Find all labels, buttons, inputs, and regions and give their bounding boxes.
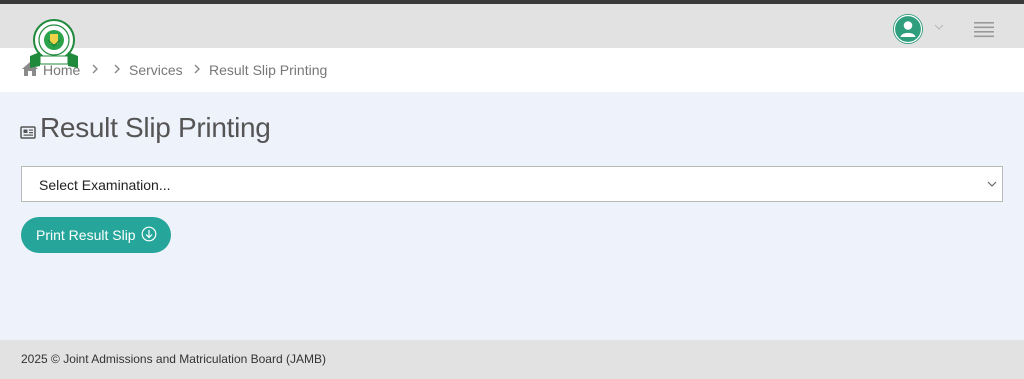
jamb-logo-icon	[30, 19, 78, 68]
chevron-down-icon[interactable]	[933, 21, 945, 33]
hamburger-menu-icon[interactable]	[974, 20, 994, 38]
user-icon	[893, 14, 923, 44]
jamb-logo[interactable]	[26, 16, 82, 72]
chevron-right-icon	[194, 64, 200, 74]
examination-select[interactable]: Select Examination...	[21, 166, 1003, 202]
chevron-down-icon	[987, 181, 997, 187]
chevron-right-icon	[92, 64, 98, 74]
chevron-right-icon	[114, 64, 120, 74]
print-result-slip-label: Print Result Slip	[36, 227, 136, 243]
breadcrumb-services[interactable]: Services	[129, 62, 183, 78]
avatar[interactable]	[893, 14, 923, 44]
download-circle-icon	[141, 226, 157, 242]
print-result-slip-button[interactable]: Print Result Slip	[21, 217, 171, 253]
breadcrumb: Home Services Result Slip Printing	[0, 48, 1024, 92]
page-title: Result Slip Printing	[40, 112, 271, 143]
document-icon	[20, 126, 36, 139]
examination-select-value: Select Examination...	[39, 177, 171, 193]
breadcrumb-current: Result Slip Printing	[209, 62, 328, 78]
page-footer: 2025 © Joint Admissions and Matriculatio…	[0, 340, 1024, 379]
footer-copyright: 2025 © Joint Admissions and Matriculatio…	[21, 352, 326, 366]
app-header	[0, 4, 1024, 48]
